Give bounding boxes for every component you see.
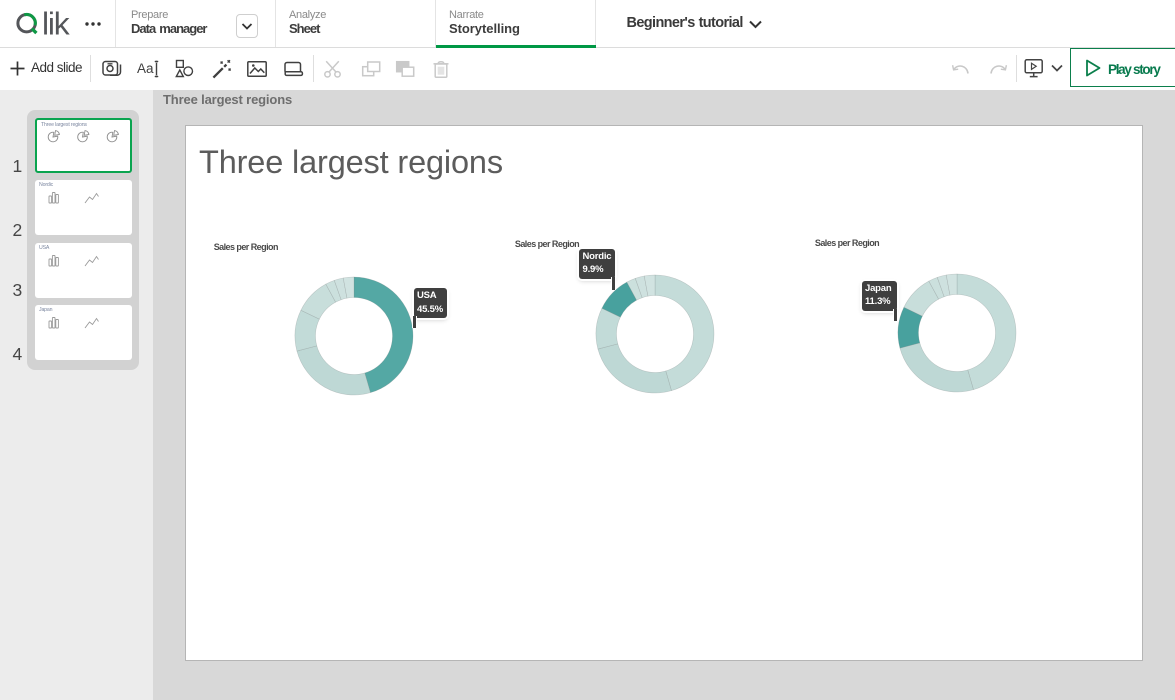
svg-text:lik: lik xyxy=(42,10,70,42)
svg-text:Aa: Aa xyxy=(137,61,154,76)
